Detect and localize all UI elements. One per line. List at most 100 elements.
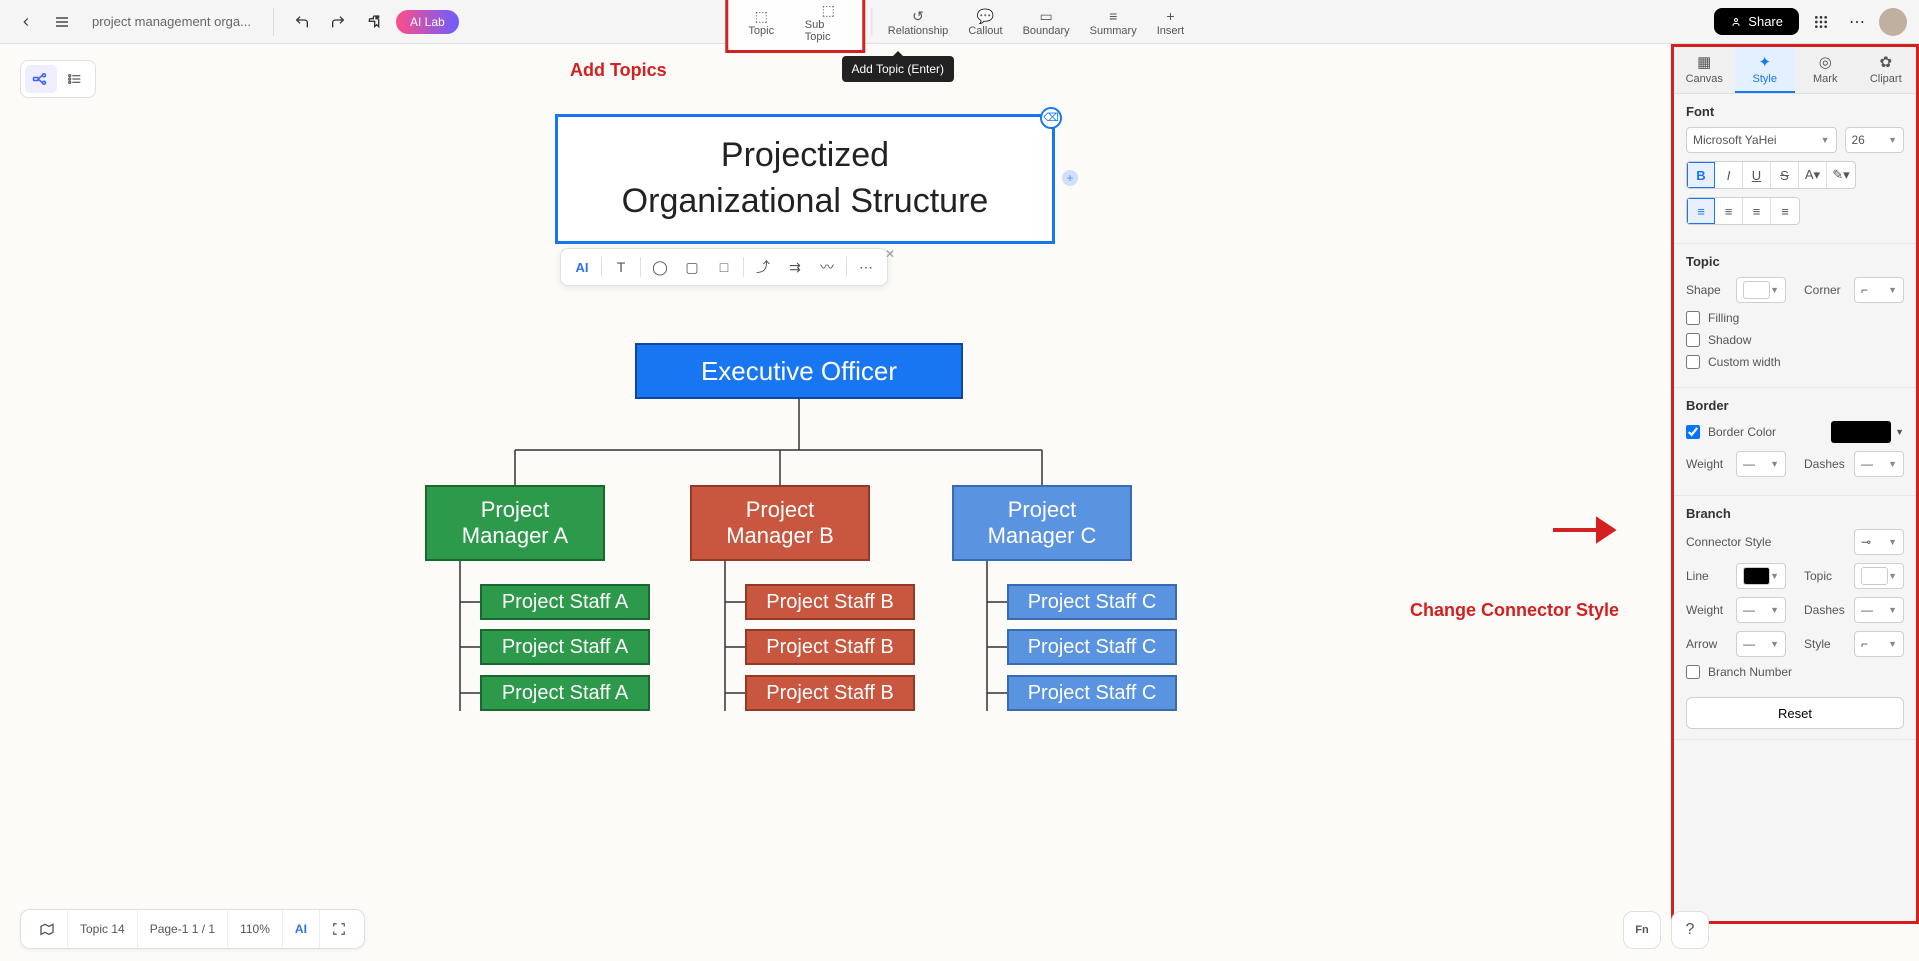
shadow-checkbox[interactable] — [1686, 333, 1700, 347]
node-staff-a1[interactable]: Project Staff A — [480, 584, 650, 620]
map-overview-button[interactable] — [27, 910, 68, 948]
tab-canvas[interactable]: ▦Canvas — [1674, 47, 1735, 93]
topic-section: Topic Shape ▼ Corner ⌐▼ Filling Shadow C… — [1674, 244, 1916, 388]
align-center-button[interactable]: ≡ — [1715, 198, 1743, 224]
summary-button[interactable]: ≡Summary — [1080, 0, 1147, 44]
underline-button[interactable]: U — [1743, 162, 1771, 188]
node-staff-c3[interactable]: Project Staff C — [1007, 675, 1177, 711]
branch-topic-select[interactable]: ▼ — [1854, 563, 1904, 589]
user-avatar[interactable] — [1879, 8, 1907, 36]
help-button[interactable]: ? — [1671, 911, 1709, 949]
text-icon[interactable]: T — [606, 253, 636, 281]
share-node-icon[interactable]: ⤴ — [748, 253, 778, 281]
shape-select[interactable]: ▼ — [1736, 277, 1786, 303]
branch-arrow-select[interactable]: —▼ — [1736, 631, 1786, 657]
eraser-handle-icon[interactable]: ⌫ — [1040, 107, 1062, 129]
branch-weight-select[interactable]: —▼ — [1736, 597, 1786, 623]
zoom-level[interactable]: 110% — [228, 910, 283, 948]
border-color-swatch[interactable] — [1831, 421, 1891, 443]
relationship-button[interactable]: ↺Relationship — [878, 0, 959, 44]
align-left-button[interactable]: ≡ — [1687, 198, 1715, 224]
node-executive[interactable]: Executive Officer — [635, 343, 963, 399]
mark-icon: ◎ — [1819, 53, 1832, 71]
mindmap-view-button[interactable] — [25, 65, 57, 93]
node-staff-a3[interactable]: Project Staff A — [480, 675, 650, 711]
node-staff-b3[interactable]: Project Staff B — [745, 675, 915, 711]
menu-icon[interactable] — [48, 8, 76, 36]
insert-button[interactable]: +Insert — [1147, 0, 1195, 44]
connector-style-select[interactable]: ⊸▼ — [1854, 529, 1904, 555]
ai-status-button[interactable]: AI — [283, 910, 320, 948]
node-staff-c1[interactable]: Project Staff C — [1007, 584, 1177, 620]
font-size-select[interactable]: 26▼ — [1845, 127, 1905, 153]
more-options-icon[interactable]: ⋯ — [851, 253, 881, 281]
paint-format-icon[interactable] — [360, 8, 388, 36]
shape-icon[interactable]: ▢ — [677, 253, 707, 281]
boundary-button[interactable]: ▭Boundary — [1013, 0, 1080, 44]
plus-icon: + — [1166, 7, 1174, 25]
add-subtopic-handle[interactable]: + — [1062, 170, 1078, 186]
font-color-button[interactable]: A▾ — [1799, 162, 1827, 188]
share-button[interactable]: Share — [1714, 8, 1799, 35]
callout-icon: 💬 — [977, 7, 994, 25]
node-staff-a2[interactable]: Project Staff A — [480, 629, 650, 665]
close-toolbar-icon[interactable]: ✕ — [885, 247, 895, 261]
node-staff-c2[interactable]: Project Staff C — [1007, 629, 1177, 665]
reset-button[interactable]: Reset — [1686, 697, 1904, 729]
topic-count[interactable]: Topic 14 — [68, 910, 138, 948]
more-icon[interactable]: ⋯ — [1843, 8, 1871, 36]
tab-style[interactable]: ✦Style — [1735, 47, 1796, 93]
structure-icon[interactable]: ⇉ — [780, 253, 810, 281]
corner-label: Corner — [1804, 283, 1846, 297]
fill-icon[interactable]: ◯ — [645, 253, 675, 281]
redo-icon[interactable] — [324, 8, 352, 36]
branch-dashes-label: Dashes — [1804, 603, 1846, 617]
border-weight-select[interactable]: —▼ — [1736, 451, 1786, 477]
branch-style-select[interactable]: ⌐▼ — [1854, 631, 1904, 657]
tab-clipart[interactable]: ✿Clipart — [1856, 47, 1917, 93]
page-indicator[interactable]: Page-1 1 / 1 — [138, 910, 228, 948]
align-right-button[interactable]: ≡ — [1743, 198, 1771, 224]
tab-mark[interactable]: ◎Mark — [1795, 47, 1856, 93]
undo-icon[interactable] — [288, 8, 316, 36]
branch-number-checkbox[interactable] — [1686, 665, 1700, 679]
node-manager-c[interactable]: Project Manager C — [952, 485, 1132, 561]
line-style-icon[interactable]: 〰 — [812, 253, 842, 281]
node-staff-b1[interactable]: Project Staff B — [745, 584, 915, 620]
subtopic-button[interactable]: ⬚Sub Topic — [795, 0, 862, 44]
align-justify-button[interactable]: ≡ — [1771, 198, 1799, 224]
border-title: Border — [1686, 398, 1904, 413]
fullscreen-button[interactable] — [320, 910, 358, 948]
ai-lab-button[interactable]: AI Lab — [396, 10, 459, 34]
node-manager-a[interactable]: Project Manager A — [425, 485, 605, 561]
italic-button[interactable]: I — [1715, 162, 1743, 188]
custom-width-checkbox[interactable] — [1686, 355, 1700, 369]
highlight-button[interactable]: ✎▾ — [1827, 162, 1855, 188]
annotation-change-connector: Change Connector Style — [1410, 600, 1619, 621]
font-family-select[interactable]: Microsoft YaHei▼ — [1686, 127, 1837, 153]
strikethrough-button[interactable]: S — [1771, 162, 1799, 188]
function-button[interactable]: Fn — [1623, 911, 1661, 949]
status-bar: Topic 14 Page-1 1 / 1 110% AI — [20, 909, 365, 949]
branch-line-select[interactable]: ▼ — [1736, 563, 1786, 589]
back-icon[interactable] — [12, 8, 40, 36]
node-manager-b[interactable]: Project Manager B — [690, 485, 870, 561]
border-icon[interactable]: □ — [709, 253, 739, 281]
node-staff-b2[interactable]: Project Staff B — [745, 629, 915, 665]
border-color-checkbox[interactable] — [1686, 425, 1700, 439]
topic-button[interactable]: ⬚Topic — [728, 0, 795, 44]
document-title[interactable]: project management orga... — [84, 14, 259, 29]
outline-view-button[interactable] — [59, 65, 91, 93]
callout-button[interactable]: 💬Callout — [958, 0, 1012, 44]
canvas-icon: ▦ — [1697, 53, 1711, 71]
share-label: Share — [1748, 14, 1783, 29]
filling-checkbox[interactable] — [1686, 311, 1700, 325]
corner-select[interactable]: ⌐▼ — [1854, 277, 1904, 303]
ai-button[interactable]: AI — [567, 253, 597, 281]
branch-title: Branch — [1686, 506, 1904, 521]
border-dashes-select[interactable]: —▼ — [1854, 451, 1904, 477]
branch-dashes-select[interactable]: —▼ — [1854, 597, 1904, 623]
bold-button[interactable]: B — [1687, 162, 1715, 188]
apps-grid-icon[interactable] — [1807, 8, 1835, 36]
central-topic[interactable]: Projectized Organizational Structure ⌫ — [555, 114, 1055, 244]
